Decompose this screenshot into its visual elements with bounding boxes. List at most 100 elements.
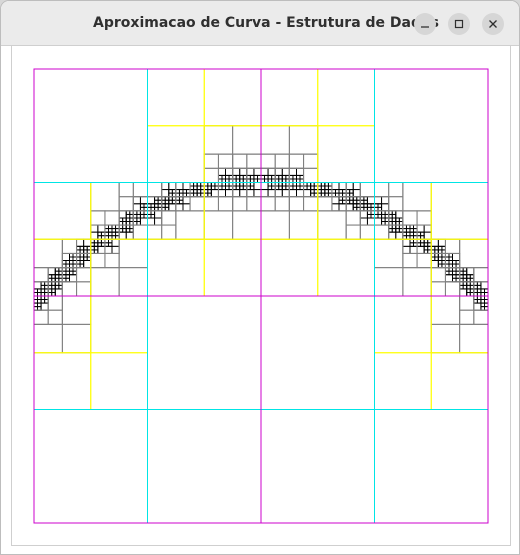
quadtree-cell: [459, 238, 489, 269]
quadtree-cell: [402, 238, 411, 247]
quadtree-cell: [288, 182, 294, 187]
quadtree-cell: [473, 302, 482, 311]
quadtree-cell: [100, 242, 106, 247]
quadtree-cell: [207, 182, 212, 187]
quadtree-cell: [147, 295, 262, 410]
quadtree-cell: [157, 206, 163, 212]
quadtree-cell: [139, 206, 145, 212]
quadtree-cell: [147, 206, 152, 212]
quadtree-cell: [132, 210, 138, 215]
quadtree-cell: [331, 189, 336, 194]
quadtree-cell: [69, 252, 74, 258]
quadtree-cell: [359, 203, 365, 208]
quadtree-cell: [111, 231, 117, 237]
minimize-button[interactable]: [414, 13, 436, 35]
quadtree-cell: [90, 249, 95, 254]
quadtree-cell: [76, 245, 81, 251]
quadtree-cell: [409, 242, 414, 247]
quadtree-cell: [93, 245, 99, 251]
maximize-button[interactable]: [448, 13, 470, 35]
quadtree-cell: [200, 189, 205, 194]
quadtree-cell: [288, 189, 297, 198]
quadtree-cell: [484, 291, 489, 297]
quadtree-cell: [132, 224, 148, 240]
quadtree-cell: [189, 192, 195, 198]
quadtree-cell: [228, 178, 234, 183]
quadtree-cell: [196, 192, 202, 198]
quadtree-cell: [374, 203, 379, 208]
quadtree-cell: [193, 185, 198, 191]
quadtree-cell: [452, 274, 457, 279]
quadtree-cell: [100, 238, 106, 244]
quadtree-cell: [299, 185, 305, 191]
quadtree-cell: [420, 238, 425, 244]
quadtree-cell: [232, 125, 262, 155]
quadtree-cell: [352, 199, 358, 205]
quadtree-cell: [395, 210, 404, 219]
quadtree-cell: [164, 206, 170, 212]
quadtree-cell: [143, 206, 148, 212]
quadtree-cell: [154, 203, 159, 208]
quadtree-cell: [69, 263, 74, 269]
quadtree-cell: [104, 231, 109, 237]
quadtree-cell: [90, 245, 95, 251]
quadtree-cell: [65, 263, 70, 269]
quadtree-cell: [104, 242, 109, 247]
quadtree-cell: [111, 228, 117, 233]
quadtree-cell: [313, 189, 319, 194]
quadtree-cell: [420, 242, 425, 247]
quadtree-cell: [253, 189, 262, 198]
quadtree-cell: [388, 210, 393, 215]
quadtree-cell: [178, 199, 184, 205]
quadtree-cell: [327, 182, 333, 187]
title-bar[interactable]: Aproximacao de Curva - Estrutura de Dado…: [1, 1, 519, 46]
quadtree-cell: [161, 189, 170, 198]
quadtree-cell: [37, 306, 42, 311]
quadtree-cell: [214, 182, 219, 187]
quadtree-cell: [327, 185, 333, 191]
quadtree-cell: [260, 125, 290, 155]
quadtree-cell: [466, 284, 471, 290]
quadtree-cell: [232, 210, 262, 240]
quadtree-cell: [473, 288, 478, 293]
quadtree-cell: [427, 249, 432, 254]
quadtree-cell: [90, 182, 120, 212]
quadtree-cell: [384, 210, 390, 215]
quadtree-cell: [469, 277, 475, 283]
quadtree-cell: [108, 228, 113, 233]
quadtree-cell: [405, 231, 411, 237]
quadtree-cell: [168, 182, 177, 191]
quadtree-cell: [65, 274, 70, 279]
quadtree-cell: [402, 210, 418, 226]
quadtree-cell: [416, 252, 432, 269]
quadtree-cell: [484, 288, 489, 293]
quadtree-cell: [480, 295, 485, 300]
quadtree-cell: [161, 224, 177, 240]
quadtree-cell: [186, 192, 191, 198]
quadtree-cell: [356, 196, 361, 201]
quadtree-cell: [281, 167, 290, 176]
quadtree-cell: [370, 206, 375, 212]
quadtree-cell: [395, 228, 400, 233]
quadtree-cell: [395, 221, 400, 226]
quadtree-cell: [40, 291, 46, 297]
quadtree-cell: [249, 174, 255, 180]
quadtree-cell: [175, 182, 184, 191]
quadtree-cell: [83, 260, 92, 269]
quadtree-cell: [444, 238, 461, 254]
quadtree-cell: [72, 267, 78, 272]
close-button[interactable]: [482, 13, 504, 35]
quadtree-cell: [246, 196, 262, 212]
quadtree-cell: [132, 213, 138, 219]
quadtree-cell: [274, 185, 280, 191]
quadtree-cell: [267, 182, 273, 187]
quadtree-cell: [427, 245, 432, 251]
quadtree-cell: [413, 242, 418, 247]
quadtree-cell: [271, 178, 276, 183]
quadtree-cell: [455, 277, 461, 283]
quadtree-cell: [207, 185, 212, 191]
quadtree-cell: [285, 178, 290, 183]
quadtree-cell: [76, 281, 92, 297]
quadtree-cell: [44, 299, 49, 304]
quadtree-cell: [324, 192, 329, 198]
